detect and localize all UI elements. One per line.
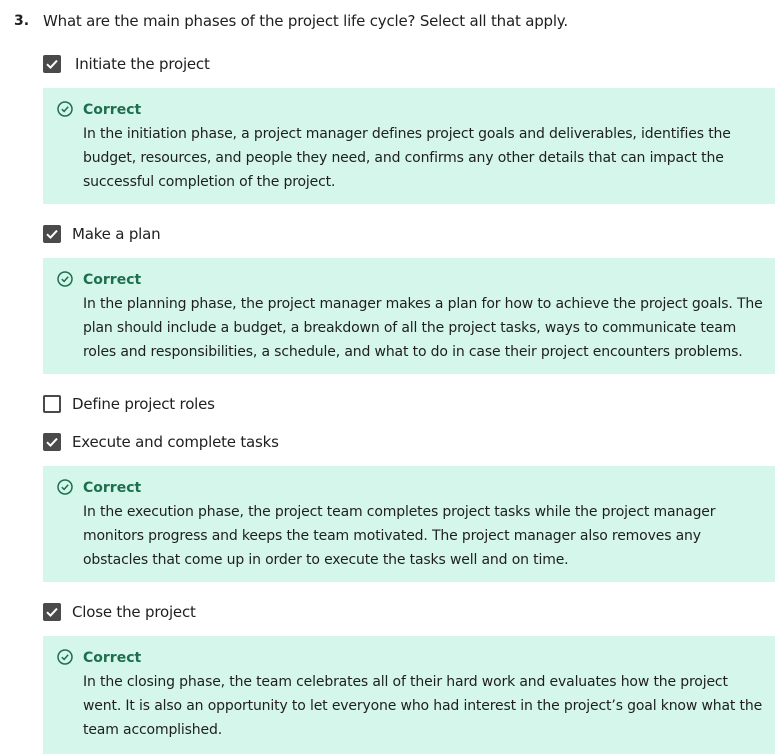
feedback-panel: Correct In the planning phase, the proje… (43, 258, 775, 374)
feedback-status: Correct (83, 650, 142, 666)
option-label: Initiate the project (75, 55, 210, 73)
checkbox-checked[interactable] (43, 225, 61, 243)
checkbox-checked[interactable] (43, 603, 61, 621)
checkmark-icon (46, 607, 58, 618)
feedback-panel: Correct In the closing phase, the team c… (43, 636, 775, 754)
feedback-text: In the execution phase, the project team… (83, 504, 716, 568)
question-text: What are the main phases of the project … (43, 12, 568, 30)
option-define-project-roles[interactable]: Define project roles (43, 394, 215, 414)
check-circle-icon (57, 101, 73, 117)
feedback-text: In the planning phase, the project manag… (83, 296, 763, 360)
option-make-a-plan[interactable]: Make a plan (43, 224, 161, 244)
checkmark-icon (46, 59, 58, 70)
check-circle-icon (57, 649, 73, 665)
checkbox-unchecked[interactable] (43, 395, 61, 413)
option-label: Make a plan (72, 225, 161, 243)
feedback-text: In the closing phase, the team celebrate… (83, 674, 763, 738)
feedback-panel: Correct In the execution phase, the proj… (43, 466, 775, 582)
checkmark-icon (46, 437, 58, 448)
option-label: Define project roles (72, 395, 215, 413)
check-circle-icon (57, 271, 73, 287)
feedback-status: Correct (83, 102, 142, 118)
feedback-text: In the initiation phase, a project manag… (83, 126, 731, 190)
option-initiate-the-project[interactable]: Initiate the project (43, 54, 210, 74)
option-label: Execute and complete tasks (72, 433, 279, 451)
option-close-the-project[interactable]: Close the project (43, 602, 196, 622)
feedback-panel: Correct In the initiation phase, a proje… (43, 88, 775, 204)
checkbox-checked[interactable] (43, 55, 61, 73)
feedback-status: Correct (83, 480, 142, 496)
option-execute-and-complete-tasks[interactable]: Execute and complete tasks (43, 432, 279, 452)
checkmark-icon (46, 229, 58, 240)
check-circle-icon (57, 479, 73, 495)
feedback-status: Correct (83, 272, 142, 288)
checkbox-checked[interactable] (43, 433, 61, 451)
option-label: Close the project (72, 603, 196, 621)
question-number: 3. (14, 13, 30, 29)
